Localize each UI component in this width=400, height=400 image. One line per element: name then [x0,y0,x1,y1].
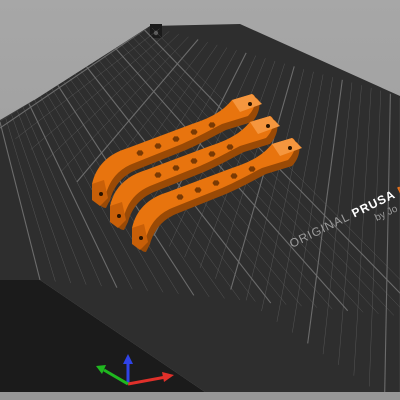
3d-viewport[interactable]: ORIGINAL PRUSA MI by Jo [0,0,400,400]
handle-mount-hole [117,214,121,218]
handle-mount-hole [248,102,252,106]
handle-mount-hole [266,124,270,128]
handle-mount-hole [288,146,292,150]
scene-canvas[interactable]: ORIGINAL PRUSA MI by Jo [0,0,400,400]
handle-mount-hole [99,192,103,196]
print-bed [0,24,400,392]
handle-mount-hole [139,236,143,240]
